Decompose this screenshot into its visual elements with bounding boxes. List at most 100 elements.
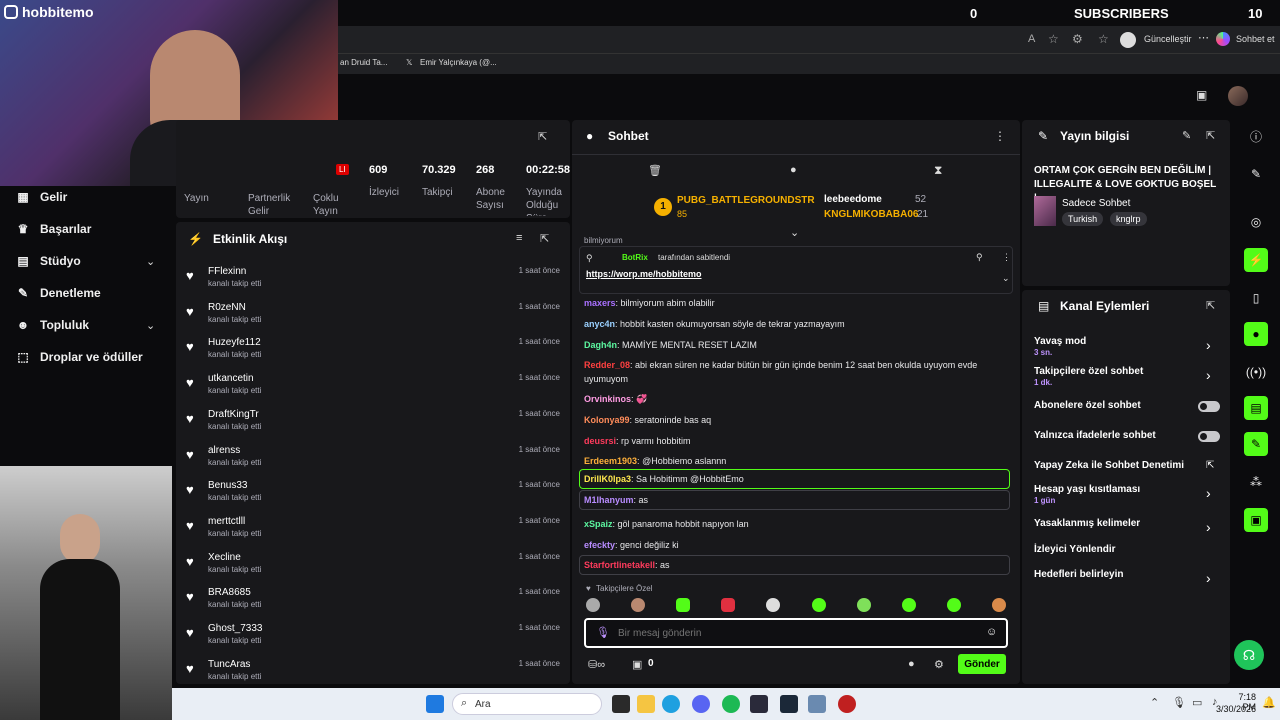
- pinned-message[interactable]: ⚲ BotRix tarafından sabitlendi https://w…: [579, 246, 1013, 294]
- emote-icon[interactable]: [991, 598, 1006, 612]
- profile-icon[interactable]: [1120, 32, 1136, 48]
- emote-icon[interactable]: [721, 598, 736, 612]
- send-button[interactable]: Gönder: [958, 654, 1006, 674]
- toggle-switch[interactable]: [1198, 431, 1220, 442]
- channel-action-label[interactable]: İzleyici Yönlendir: [1034, 544, 1116, 555]
- chat-username[interactable]: Erdeem1903: [584, 456, 637, 466]
- broadcast-icon[interactable]: ((•)): [1244, 360, 1268, 384]
- info-icon[interactable]: ⓘ: [1244, 124, 1268, 148]
- chat-username[interactable]: Redder_08: [584, 360, 630, 370]
- channel-action-label[interactable]: Yasaklanmış kelimeler: [1034, 518, 1140, 529]
- pin-icon[interactable]: ⚲: [976, 252, 983, 263]
- emote-icon[interactable]: [631, 598, 646, 612]
- emote-icon[interactable]: [811, 598, 826, 612]
- chevron-right-icon[interactable]: ›: [1206, 485, 1211, 501]
- chat-message[interactable]: Orvinkinos: 💞: [584, 392, 1008, 406]
- terminal-icon[interactable]: [750, 695, 768, 713]
- follower-name[interactable]: TuncAras: [208, 659, 250, 670]
- chat-username[interactable]: Dagh4n: [584, 340, 617, 350]
- list-item[interactable]: ♥ utkancetin kanalı takip etti 1 saat önce: [186, 371, 560, 406]
- chat-username[interactable]: M1lhanyum: [584, 495, 634, 505]
- emote-icon[interactable]: [586, 598, 600, 612]
- edit-icon[interactable]: ✎: [1244, 162, 1268, 186]
- media-icon[interactable]: ▣: [1244, 508, 1268, 532]
- popout-icon[interactable]: ⇱: [540, 232, 549, 245]
- follower-name[interactable]: Ghost_7333: [208, 623, 263, 634]
- tag-chip[interactable]: Turkish: [1062, 212, 1104, 226]
- microphone-icon[interactable]: 🎙: [1172, 696, 1186, 709]
- list-item[interactable]: ♥ merttctlll kanalı takip etti 1 saat önce: [186, 514, 560, 549]
- pinned-link[interactable]: https://worp.me/hobbitemo: [586, 269, 702, 279]
- favorite-star-icon[interactable]: ☆: [1048, 32, 1059, 46]
- chat-icon[interactable]: ●: [790, 164, 797, 176]
- chat-input-box[interactable]: 🎙 ☺: [584, 618, 1008, 648]
- follower-name[interactable]: utkancetin: [208, 373, 254, 384]
- chat-message[interactable]: maxers: bilmiyorum abim olabilir: [584, 296, 1008, 310]
- more-options-icon[interactable]: ⋯: [1198, 31, 1209, 44]
- emoji-icon[interactable]: ☺: [986, 626, 997, 638]
- channel-action-label[interactable]: Yavaş mod: [1034, 336, 1086, 347]
- favorites-icon[interactable]: ☆: [1098, 32, 1109, 46]
- follower-name[interactable]: merttctlll: [208, 516, 245, 527]
- chevron-down-icon[interactable]: ⌄: [146, 255, 155, 268]
- chat-message[interactable]: Dagh4n: MAMİYE MENTAL RESET LAZIM: [584, 338, 1008, 352]
- document-icon[interactable]: ▯: [1244, 286, 1268, 310]
- notification-icon[interactable]: 🔔: [1262, 696, 1276, 709]
- bookmark-1[interactable]: an Druid Ta...: [340, 58, 387, 67]
- channel-action-label[interactable]: Hesap yaşı kısıtlaması: [1034, 484, 1140, 495]
- wrench-icon[interactable]: ✎: [1244, 432, 1268, 456]
- chat-bubble-icon[interactable]: ●: [908, 658, 915, 670]
- hourglass-icon[interactable]: ⧗: [934, 163, 942, 178]
- list-item[interactable]: ♥ FFlexinn kanalı takip etti 1 saat önce: [186, 264, 560, 299]
- edge-icon[interactable]: [662, 695, 680, 713]
- chat-username[interactable]: efeckty: [584, 540, 615, 550]
- external-link-icon[interactable]: ⇱: [1206, 460, 1214, 471]
- chat-button[interactable]: Sohbet et: [1236, 34, 1275, 44]
- sidebar-item-moderation[interactable]: ✎ Denetleme: [16, 286, 101, 300]
- popout-icon[interactable]: ⇱: [1206, 129, 1215, 142]
- leader-name[interactable]: leebeedome: [824, 194, 882, 205]
- extensions-icon[interactable]: ⚙: [1072, 32, 1083, 46]
- list-item[interactable]: ♥ Huzeyfe112 kanalı takip etti 1 saat önce: [186, 335, 560, 370]
- edit-icon[interactable]: ✎: [1182, 129, 1191, 142]
- tag-chip[interactable]: knglrp: [1110, 212, 1147, 226]
- follower-name[interactable]: R0zeNN: [208, 302, 246, 313]
- chevron-right-icon[interactable]: ›: [1206, 519, 1211, 535]
- emote-icon[interactable]: [676, 598, 691, 612]
- list-item[interactable]: ♥ Ghost_7333 kanalı takip etti 1 saat önce: [186, 621, 560, 656]
- steam-icon[interactable]: [780, 695, 798, 713]
- follower-name[interactable]: Huzeyfe112: [208, 337, 261, 348]
- follower-name[interactable]: alrenss: [208, 445, 240, 456]
- emote-icon[interactable]: [766, 598, 781, 612]
- chevron-down-icon[interactable]: ⌄: [146, 319, 155, 332]
- clock-date[interactable]: 3/30/2026: [1216, 704, 1256, 714]
- chat-username[interactable]: Kolonya99: [584, 415, 630, 425]
- drops-icon[interactable]: ⁂: [1244, 470, 1268, 494]
- category-thumbnail[interactable]: [1034, 196, 1056, 226]
- settings-gear-icon[interactable]: ⚙: [934, 658, 944, 671]
- channel-action-label[interactable]: Takipçilere özel sohbet: [1034, 366, 1143, 377]
- taskbar-search[interactable]: ⌕ Ara: [452, 693, 602, 715]
- follower-name[interactable]: Xecline: [208, 552, 241, 563]
- emote-icon[interactable]: [856, 598, 871, 612]
- copilot-icon[interactable]: [1216, 32, 1230, 46]
- list-item[interactable]: ♥ BRA8685 kanalı takip etti 1 saat önce: [186, 585, 560, 620]
- microphone-icon[interactable]: 🎙: [596, 626, 610, 639]
- leader-name[interactable]: KNGLMIKOBABA06: [824, 209, 918, 220]
- channel-action-label[interactable]: Yapay Zeka ile Sohbet Denetimi: [1034, 460, 1184, 471]
- chat-bubble-icon[interactable]: ●: [1244, 322, 1268, 346]
- follower-name[interactable]: FFlexinn: [208, 266, 246, 277]
- chat-message[interactable]: deusrsi: rp varmı hobbitim: [584, 434, 1008, 448]
- emote-icon[interactable]: [901, 598, 916, 612]
- avatar[interactable]: [1228, 86, 1248, 106]
- channel-action-label[interactable]: Hedefleri belirleyin: [1034, 569, 1123, 580]
- sidebar-item-drops[interactable]: ⬚ Droplar ve ödüller: [16, 350, 142, 364]
- follower-name[interactable]: DraftKingTr: [208, 409, 259, 420]
- tray-chevron-icon[interactable]: ⌃: [1150, 696, 1159, 709]
- sidebar-item-revenue[interactable]: ▦ Gelir: [16, 190, 67, 204]
- camera-icon[interactable]: ◎: [1244, 210, 1268, 234]
- bits-icon[interactable]: ⛁∞: [588, 658, 605, 671]
- follower-name[interactable]: Benus33: [208, 480, 247, 491]
- support-icon[interactable]: ☊: [1234, 640, 1264, 670]
- chat-username[interactable]: Starfortlinetakell: [584, 560, 655, 570]
